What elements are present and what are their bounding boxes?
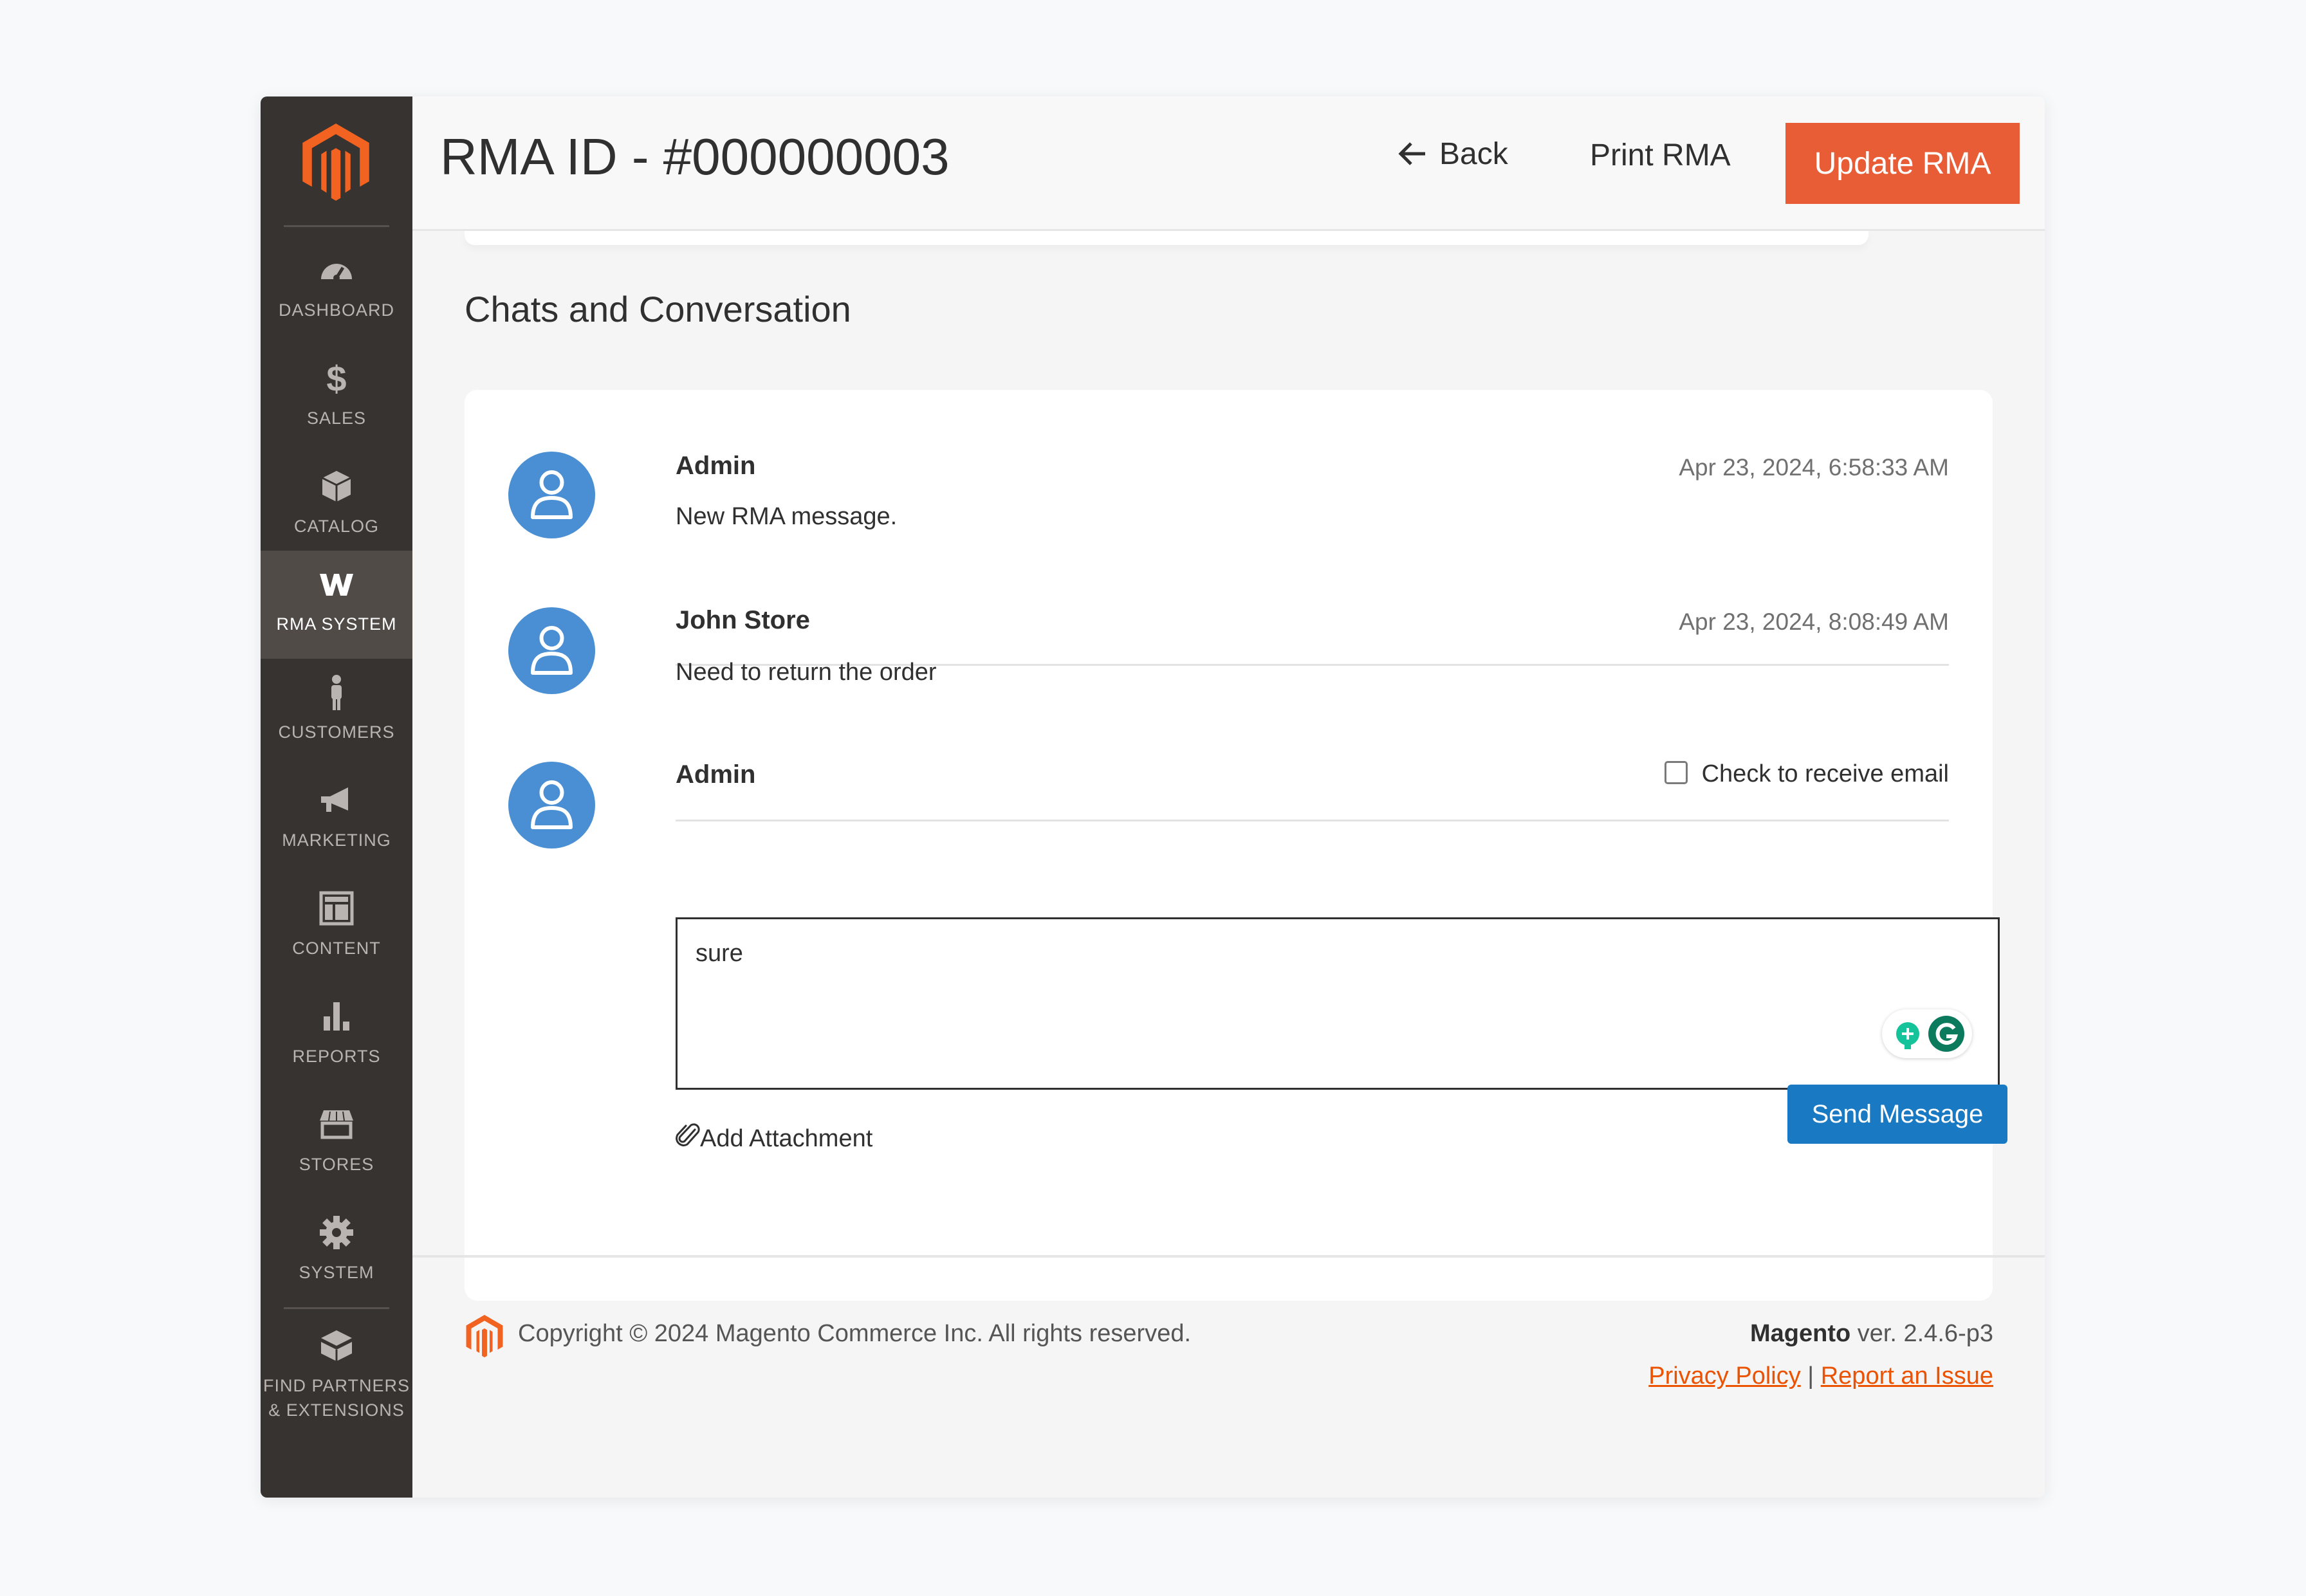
sidebar-item-system[interactable]: SYSTEM <box>261 1199 412 1307</box>
grammarly-icon[interactable] <box>1882 1009 1972 1058</box>
sidebar-item-rma-system[interactable]: RMA SYSTEM <box>261 551 412 659</box>
bar-chart-icon <box>317 997 356 1036</box>
copyright-text: Copyright © 2024 Magento Commerce Inc. A… <box>518 1320 1192 1347</box>
message-text: New RMA message. <box>676 503 898 530</box>
print-rma-button[interactable]: Print RMA <box>1590 138 1731 173</box>
reply-author: Admin <box>676 760 756 789</box>
privacy-policy-link[interactable]: Privacy Policy <box>1648 1362 1801 1390</box>
sidebar-item-label: SYSTEM <box>299 1263 374 1282</box>
update-rma-button[interactable]: Update RMA <box>1785 123 2020 204</box>
message-author: John Store <box>676 606 810 634</box>
storefront-icon <box>317 1105 356 1144</box>
sidebar-item-label: & EXTENSIONS <box>268 1400 405 1420</box>
footer-separator: | <box>1800 1362 1821 1390</box>
brand-name: Magento <box>1749 1320 1851 1347</box>
arrow-left-icon <box>1397 139 1428 165</box>
sidebar-item-stores[interactable]: STORES <box>261 1091 412 1199</box>
collapsed-card <box>465 231 1868 245</box>
message-divider <box>676 820 1949 821</box>
chat-card: Admin Apr 23, 2024, 6:58:33 AM New RMA m… <box>465 390 2000 1301</box>
sidebar-item-find-partners[interactable]: FIND PARTNERS & EXTENSIONS <box>261 1312 412 1441</box>
sidebar-item-label: STORES <box>299 1155 374 1174</box>
sidebar-item-label: CONTENT <box>292 939 381 958</box>
email-checkbox[interactable]: Check to receive email <box>1664 760 1949 788</box>
sidebar-item-sales[interactable]: $ SALES <box>261 345 412 453</box>
avatar <box>508 607 595 694</box>
message-text: Need to return the order <box>676 659 937 686</box>
reply-textarea[interactable]: sure <box>676 917 2000 1090</box>
avatar <box>508 452 595 538</box>
sidebar-item-label: RMA SYSTEM <box>276 614 397 634</box>
admin-window: DASHBOARD $ SALES CATALOG RMA SYSTEM CUS… <box>261 96 2045 1498</box>
report-issue-link[interactable]: Report an Issue <box>1821 1362 1993 1390</box>
section-title: Chats and Conversation <box>465 289 851 329</box>
sidebar-item-label: FIND PARTNERS <box>263 1376 410 1395</box>
message-timestamp: Apr 23, 2024, 8:08:49 AM <box>1679 609 1949 635</box>
page-title: RMA ID - #000000003 <box>440 128 950 185</box>
footer-divider <box>412 1255 2045 1258</box>
back-button-label: Back <box>1439 137 1508 171</box>
sidebar-item-label: CUSTOMERS <box>278 722 395 742</box>
sidebar-item-customers[interactable]: CUSTOMERS <box>261 659 412 767</box>
sidebar-item-label: DASHBOARD <box>278 300 395 320</box>
email-checkbox-label: Check to receive email <box>1701 760 1949 787</box>
sidebar-divider <box>284 1307 389 1309</box>
sidebar-item-label: REPORTS <box>292 1047 381 1066</box>
svg-text:$: $ <box>326 359 346 398</box>
sidebar-item-label: SALES <box>306 408 367 428</box>
sidebar-item-content[interactable]: CONTENT <box>261 875 412 983</box>
sidebar-item-catalog[interactable]: CATALOG <box>261 453 412 561</box>
avatar <box>508 762 595 848</box>
blocks-icon <box>317 1326 356 1365</box>
paperclip-icon <box>676 1122 700 1149</box>
rma-icon <box>317 565 356 603</box>
version-text: Magento ver. 2.4.6-p3 <box>1750 1320 1993 1348</box>
dollar-icon: $ <box>317 358 356 399</box>
checkbox-box[interactable] <box>1664 761 1688 784</box>
magento-logo-icon[interactable] <box>298 124 374 201</box>
sidebar: DASHBOARD $ SALES CATALOG RMA SYSTEM CUS… <box>261 96 412 1498</box>
user-icon <box>531 470 573 519</box>
sidebar-divider <box>284 225 389 227</box>
reply-text: sure <box>696 940 743 967</box>
sidebar-item-marketing[interactable]: MARKETING <box>261 767 412 875</box>
user-icon <box>531 626 573 675</box>
message-author: Admin <box>676 452 756 480</box>
sidebar-item-dashboard[interactable]: DASHBOARD <box>261 237 412 345</box>
dashboard-icon <box>317 251 356 289</box>
layout-icon <box>317 889 356 928</box>
add-attachment-label: Add Attachment <box>700 1125 873 1152</box>
back-button[interactable]: Back <box>1397 136 1508 172</box>
magento-logo-icon <box>465 1315 504 1357</box>
megaphone-icon <box>317 781 356 820</box>
user-icon <box>531 780 573 829</box>
footer-links: Privacy Policy | Report an Issue <box>1648 1362 1993 1390</box>
sidebar-item-label: MARKETING <box>282 830 391 850</box>
person-icon <box>317 673 356 711</box>
gear-icon <box>317 1213 356 1252</box>
box-icon <box>317 467 356 506</box>
send-message-button[interactable]: Send Message <box>1787 1085 2007 1144</box>
page-header: RMA ID - #000000003 Back Print RMA Updat… <box>412 96 2045 231</box>
message-timestamp: Apr 23, 2024, 6:58:33 AM <box>1679 454 1949 481</box>
sidebar-item-reports[interactable]: REPORTS <box>261 983 412 1091</box>
sidebar-item-label: CATALOG <box>293 517 380 536</box>
add-attachment-link[interactable]: Add Attachment <box>676 1122 872 1153</box>
version-number: ver. 2.4.6-p3 <box>1850 1320 1993 1347</box>
